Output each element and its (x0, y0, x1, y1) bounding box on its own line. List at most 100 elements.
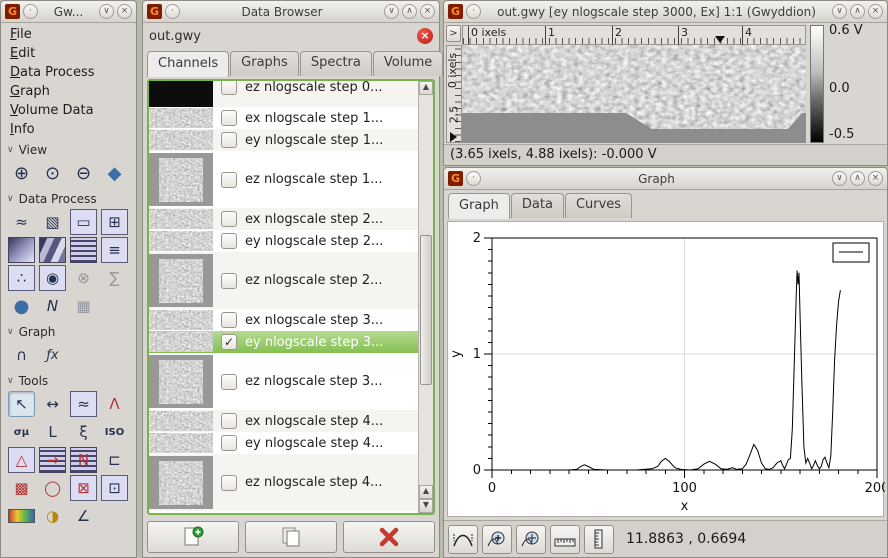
window-menu-button[interactable]: · (23, 4, 38, 19)
mask-morph-icon[interactable]: ▦ (70, 293, 97, 319)
menu-volume-data[interactable]: Volume Data (1, 102, 136, 121)
read-value-tool-icon[interactable]: ↖ (8, 391, 35, 417)
graph-function-fit-icon[interactable]: ƒx (39, 342, 66, 368)
gradient-presentation-icon[interactable] (8, 237, 35, 263)
menu-graph[interactable]: Graph (1, 83, 136, 102)
channel-row[interactable]: ey nlogscale step 4... (149, 432, 418, 454)
graph-titlebar[interactable]: G · Graph ∨ ∧ × (444, 168, 887, 190)
scroll-up-icon[interactable]: ▲ (419, 81, 433, 95)
graph-fix-axes-button[interactable] (448, 525, 478, 554)
expander-button[interactable]: > (446, 25, 461, 42)
channel-row[interactable]: ex nlogscale step 4... (149, 410, 418, 432)
channel-row[interactable]: ez nlogscale step 1... (149, 151, 418, 208)
channel-row[interactable]: ex nlogscale step 2... (149, 208, 418, 230)
channel-row[interactable]: ex nlogscale step 1... (149, 107, 418, 129)
channel-row[interactable]: ey nlogscale step 2... (149, 230, 418, 252)
window-menu-button[interactable]: · (466, 171, 481, 186)
three-point-level-tool-icon[interactable]: △ (8, 447, 35, 473)
zoom-in-icon[interactable]: ⊕ (8, 160, 35, 186)
shade-button[interactable]: ∨ (384, 4, 399, 19)
path-level-tool-icon[interactable]: → (39, 447, 66, 473)
visibility-checkbox[interactable] (221, 172, 237, 188)
tab-graph[interactable]: Graph (448, 193, 510, 219)
duplicate-channel-button[interactable] (245, 521, 337, 553)
menu-file[interactable]: File (1, 26, 136, 45)
arithmetic-icon[interactable]: ▧ (39, 209, 66, 235)
tab-curves[interactable]: Curves (565, 193, 632, 218)
tab-volume[interactable]: Volume (373, 51, 443, 76)
visibility-checkbox[interactable] (221, 435, 237, 451)
delete-channel-button[interactable] (343, 521, 435, 553)
close-button[interactable]: × (868, 4, 883, 19)
roughness-tool-icon[interactable]: ξ (70, 419, 97, 445)
scroll-down-icon[interactable]: ▼ (419, 499, 433, 513)
visibility-checkbox[interactable] (221, 273, 237, 289)
crop-tool-icon[interactable]: ⊏ (101, 447, 128, 473)
toolbox-titlebar[interactable]: G · Gw... ∨ × (1, 1, 136, 23)
grain-mark-icon[interactable]: ∴ (8, 265, 35, 291)
spot-remove-tool-icon[interactable]: ⊡ (101, 475, 128, 501)
grain-measure-tool-icon[interactable]: ◯ (39, 475, 66, 501)
align-rows-icon[interactable]: ≡ (101, 237, 128, 263)
graph-zoom-in-button[interactable] (482, 525, 512, 554)
channel-row[interactable]: ey nlogscale step 1... (149, 129, 418, 151)
calibrate-icon[interactable]: ≈ (8, 209, 35, 235)
visibility-checkbox[interactable] (221, 475, 237, 491)
visibility-checkbox[interactable] (221, 312, 237, 328)
close-file-icon[interactable]: × (417, 28, 433, 44)
resize-crop-icon[interactable]: ▭ (70, 209, 97, 235)
tab-graphs[interactable]: Graphs (230, 51, 299, 76)
shade-button[interactable]: ∨ (832, 4, 847, 19)
menu-data-process[interactable]: Data Process (1, 64, 136, 83)
scrollbar-thumb[interactable] (420, 235, 432, 385)
shade-button[interactable]: ∨ (832, 171, 847, 186)
visibility-checkbox[interactable] (221, 233, 237, 249)
statistics-distribution-icon[interactable]: ∑ (101, 265, 128, 291)
graph-zoom-restore-button[interactable] (516, 525, 546, 554)
zoom-out-icon[interactable]: ⊖ (70, 160, 97, 186)
stack-extract-icon[interactable]: ⊞ (101, 209, 128, 235)
channel-row[interactable]: ex nlogscale step 3... (149, 309, 418, 331)
spm-image[interactable] (462, 45, 806, 143)
unshade-button[interactable]: ∧ (850, 4, 865, 19)
visibility-checkbox-checked[interactable]: ✓ (221, 334, 237, 350)
section-data-process[interactable]: ∨Data Process (1, 189, 136, 207)
menu-info[interactable]: Info (1, 121, 136, 140)
statistical-functions-tool-icon[interactable]: L (39, 419, 66, 445)
section-view[interactable]: ∨View (1, 140, 136, 158)
x-ruler-button[interactable] (550, 525, 580, 554)
window-menu-button[interactable]: · (466, 4, 481, 19)
line-correct-icon[interactable] (70, 237, 97, 263)
channel-row[interactable]: ez nlogscale step 0... (149, 81, 418, 107)
y-ruler-button[interactable] (584, 525, 614, 554)
zoom-1-1-icon[interactable]: ⊙ (39, 160, 66, 186)
channel-row[interactable]: ez nlogscale step 3... (149, 353, 418, 410)
sphere-revolve-icon[interactable]: ● (8, 293, 35, 319)
menu-edit[interactable]: Edit (1, 45, 136, 64)
graph-height-dist-icon[interactable]: ∩ (8, 342, 35, 368)
false-color-bar[interactable] (810, 25, 824, 143)
tab-spectra[interactable]: Spectra (300, 51, 372, 76)
color-range-tool-icon[interactable] (8, 509, 35, 523)
visibility-checkbox[interactable] (221, 81, 237, 95)
visibility-checkbox[interactable] (221, 110, 237, 126)
close-button[interactable]: × (117, 4, 132, 19)
browser-titlebar[interactable]: G · Data Browser ∨ ∧ × (143, 1, 439, 23)
window-menu-button[interactable]: · (165, 4, 180, 19)
channel-row[interactable]: ez nlogscale step 2... (149, 252, 418, 309)
line-chart[interactable]: 0100200012xy (448, 222, 885, 515)
grain-remove-tool-icon[interactable]: ⊠ (70, 475, 97, 501)
iso-roughness-tool-icon[interactable]: ISO (101, 419, 128, 445)
tab-data[interactable]: Data (511, 193, 564, 218)
new-channel-button[interactable] (147, 521, 239, 553)
tab-channels[interactable]: Channels (147, 51, 229, 77)
close-button[interactable]: × (868, 171, 883, 186)
visibility-checkbox[interactable] (221, 374, 237, 390)
horizontal-ruler[interactable]: 0 ixels 1 2 3 4 (462, 25, 806, 45)
vertical-ruler[interactable]: 0 ixels 2.5 (446, 45, 462, 143)
polynomial-background-icon[interactable]: N (39, 293, 66, 319)
section-graph[interactable]: ∨Graph (1, 322, 136, 340)
scroll-up-icon[interactable]: ▲ (419, 485, 433, 499)
spectro-tool-icon[interactable]: Λ (101, 391, 128, 417)
close-button[interactable]: × (420, 4, 435, 19)
